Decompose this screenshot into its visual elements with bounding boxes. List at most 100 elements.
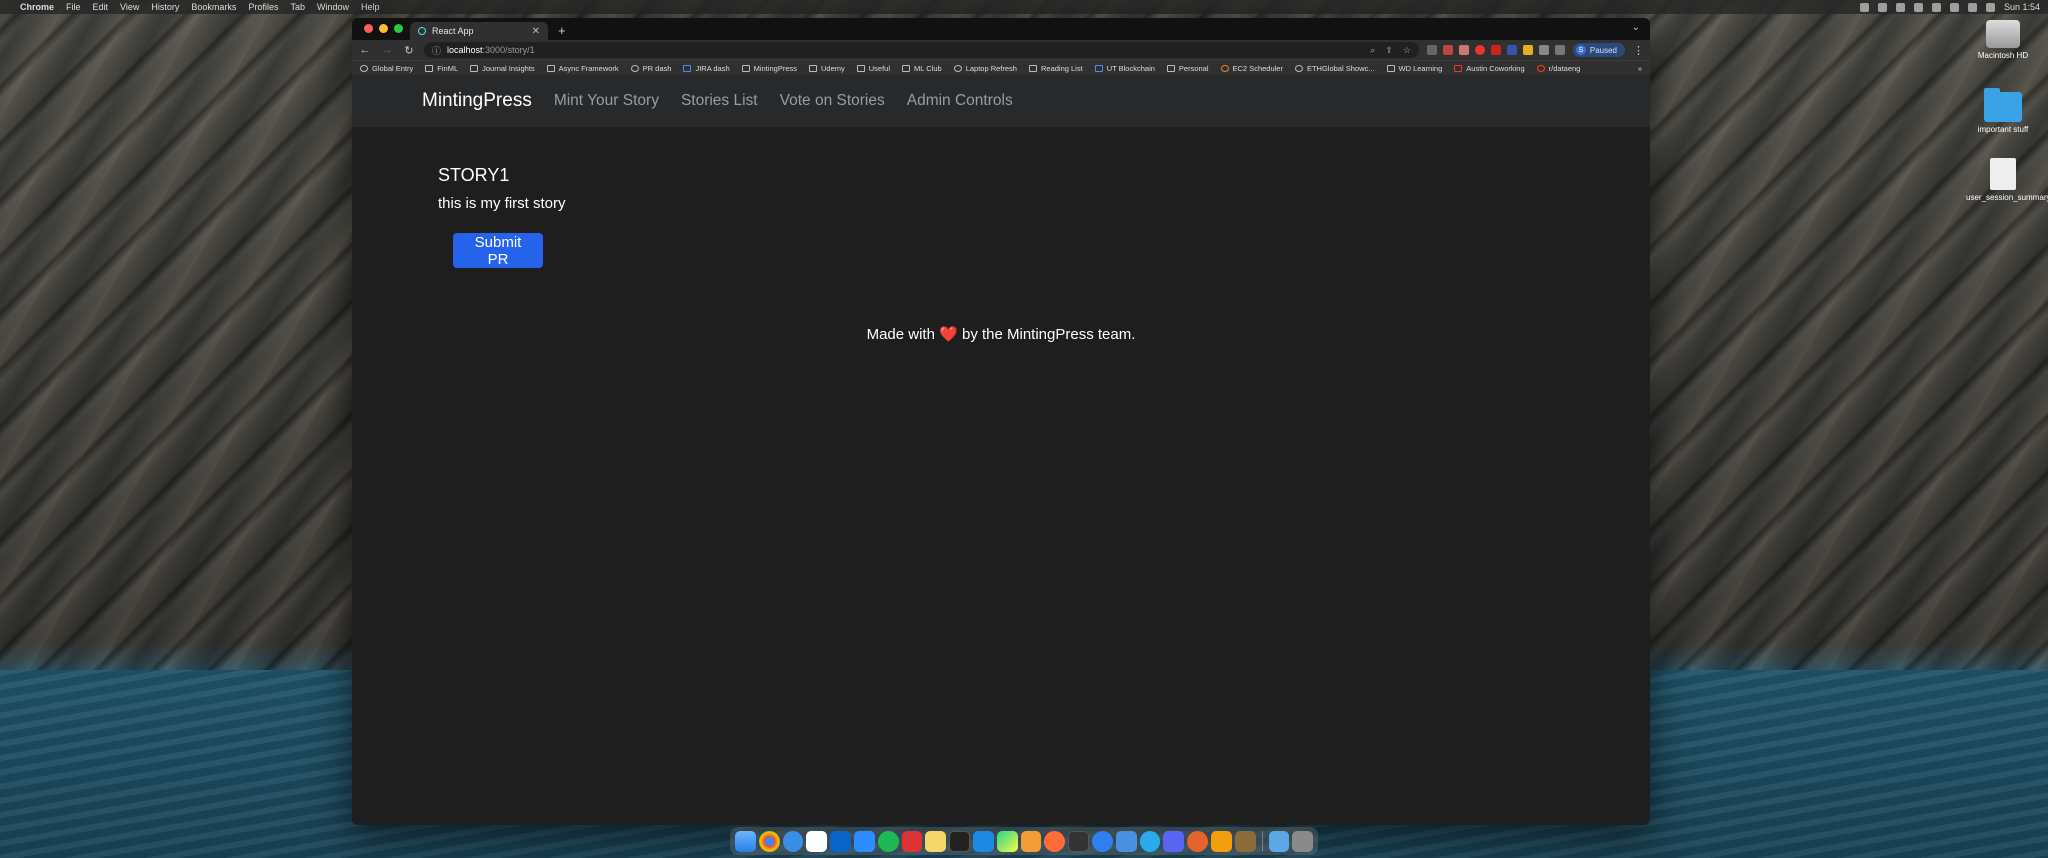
extension-icon[interactable] bbox=[1426, 45, 1437, 55]
telegram-icon[interactable] bbox=[1139, 830, 1161, 852]
browser-tab[interactable]: React App ✕ bbox=[410, 22, 548, 40]
status-icon[interactable] bbox=[1895, 2, 1905, 12]
address-bar[interactable]: ⓘ localhost:3000/story/1 ⌕ ⇪ ☆ bbox=[424, 42, 1419, 58]
finder-icon[interactable] bbox=[735, 830, 756, 852]
cloud-icon[interactable] bbox=[1187, 830, 1208, 852]
bookmark-item[interactable]: Udemy bbox=[809, 64, 845, 73]
trash-icon[interactable] bbox=[1292, 830, 1314, 852]
messenger-icon[interactable] bbox=[1091, 830, 1113, 852]
sublime-icon[interactable] bbox=[1020, 830, 1042, 852]
bookmark-item[interactable]: JIRA dash bbox=[683, 64, 730, 73]
menu-bookmarks[interactable]: Bookmarks bbox=[191, 2, 236, 12]
menu-window[interactable]: Window bbox=[317, 2, 349, 12]
outlook-icon[interactable] bbox=[830, 830, 851, 852]
bookmark-item[interactable]: Austin Coworking bbox=[1454, 64, 1525, 73]
puzzle-icon[interactable] bbox=[1538, 45, 1549, 55]
bookmark-item[interactable]: FinML bbox=[425, 64, 458, 73]
forward-arrow-icon[interactable]: → bbox=[380, 44, 394, 56]
bookmark-item[interactable]: UT Blockchain bbox=[1094, 64, 1155, 73]
status-icon[interactable] bbox=[1877, 2, 1887, 12]
terminal-icon[interactable] bbox=[949, 830, 970, 852]
zoom-icon[interactable] bbox=[853, 830, 875, 852]
status-icon[interactable] bbox=[1859, 2, 1869, 12]
extension-icon[interactable] bbox=[1442, 45, 1453, 55]
chrome-icon[interactable] bbox=[758, 830, 780, 852]
desktop-icon-important-stuff[interactable]: important stuff bbox=[1966, 88, 2040, 134]
extension-icon[interactable] bbox=[1522, 45, 1533, 55]
menu-history[interactable]: History bbox=[151, 2, 179, 12]
menu-edit[interactable]: Edit bbox=[93, 2, 109, 12]
fullscreen-window-button[interactable] bbox=[394, 24, 403, 33]
bookmark-item[interactable]: PR dash bbox=[630, 63, 672, 73]
side-panel-icon[interactable] bbox=[1554, 45, 1565, 55]
tab-search-chevron-icon[interactable]: ⌄ bbox=[1632, 22, 1640, 33]
desktop-icon-file[interactable]: user_session_summary.conf.mako bbox=[1966, 158, 2048, 202]
bookmark-item[interactable]: r/dataeng bbox=[1536, 64, 1580, 73]
wifi-icon[interactable] bbox=[1949, 2, 1959, 12]
share-icon[interactable]: ⇪ bbox=[1385, 45, 1393, 56]
menubar-app-name[interactable]: Chrome bbox=[20, 2, 54, 12]
menu-profiles[interactable]: Profiles bbox=[248, 2, 278, 12]
mail-icon[interactable] bbox=[1115, 830, 1137, 852]
menu-tab[interactable]: Tab bbox=[290, 2, 305, 12]
vscode-icon[interactable] bbox=[972, 830, 994, 852]
menu-help[interactable]: Help bbox=[361, 2, 380, 12]
safari-icon[interactable] bbox=[782, 830, 804, 852]
extension-icon[interactable] bbox=[1490, 45, 1501, 55]
extension-icon[interactable] bbox=[1506, 45, 1517, 55]
bookmark-item[interactable]: EC2 Scheduler bbox=[1220, 64, 1283, 73]
slack-icon[interactable] bbox=[806, 830, 828, 852]
spotify-icon[interactable] bbox=[877, 830, 899, 852]
extension-icon[interactable] bbox=[1474, 45, 1485, 55]
archive-icon[interactable] bbox=[1234, 830, 1256, 852]
menubar-clock[interactable]: Sun 1:54 bbox=[2004, 2, 2040, 12]
bookmark-item[interactable]: Personal bbox=[1166, 64, 1209, 73]
bookmark-item[interactable]: ETHGlobal Showc... bbox=[1294, 64, 1375, 73]
postman-icon[interactable] bbox=[1044, 830, 1066, 852]
menu-file[interactable]: File bbox=[66, 2, 81, 12]
bookmark-item[interactable]: Useful bbox=[856, 64, 890, 73]
submit-pr-button[interactable]: Submit PR bbox=[453, 233, 543, 268]
heart-icon: ❤️ bbox=[939, 325, 958, 343]
nav-mint-your-story[interactable]: Mint Your Story bbox=[554, 92, 659, 110]
back-arrow-icon[interactable]: ← bbox=[358, 44, 372, 56]
bookmark-label: PR dash bbox=[642, 63, 672, 73]
bookmark-item[interactable]: Async Framework bbox=[546, 64, 619, 73]
bookmark-item[interactable]: ML Club bbox=[902, 64, 942, 73]
bookmark-item[interactable]: WD Learning bbox=[1386, 64, 1442, 73]
minimize-window-button[interactable] bbox=[379, 24, 388, 33]
desktop-icon-macintosh-hd[interactable]: Macintosh HD bbox=[1966, 20, 2040, 60]
brand-link[interactable]: MintingPress bbox=[422, 90, 532, 112]
nav-admin-controls[interactable]: Admin Controls bbox=[907, 92, 1013, 110]
bookmark-item[interactable]: Laptop Refresh bbox=[953, 64, 1017, 73]
close-tab-icon[interactable]: ✕ bbox=[532, 26, 540, 37]
bookmark-item[interactable]: Reading List bbox=[1028, 64, 1083, 73]
photo-booth-icon[interactable] bbox=[901, 830, 923, 852]
reload-icon[interactable]: ↻ bbox=[402, 44, 416, 57]
zoom-icon[interactable]: ⌕ bbox=[1370, 45, 1375, 56]
profile-button[interactable]: S Paused bbox=[1572, 43, 1625, 57]
bookmark-star-icon[interactable]: ☆ bbox=[1403, 45, 1411, 56]
pycharm-icon[interactable] bbox=[996, 830, 1018, 852]
status-icon[interactable] bbox=[1913, 2, 1923, 12]
menu-view[interactable]: View bbox=[120, 2, 139, 12]
bookmarks-overflow-icon[interactable]: » bbox=[1638, 64, 1642, 73]
nav-stories-list[interactable]: Stories List bbox=[681, 92, 758, 110]
bookmark-item[interactable]: MintingPress bbox=[741, 64, 797, 73]
bookmark-item[interactable]: Journal Insights bbox=[470, 64, 535, 73]
control-center-icon[interactable] bbox=[1985, 2, 1995, 12]
fireship-icon[interactable] bbox=[1210, 830, 1232, 852]
status-icon[interactable] bbox=[1931, 2, 1941, 12]
discord-icon[interactable] bbox=[1163, 830, 1185, 852]
new-tab-button[interactable]: + bbox=[558, 23, 566, 38]
extension-icon[interactable] bbox=[1458, 45, 1469, 55]
search-icon[interactable] bbox=[1967, 2, 1977, 12]
nav-vote-on-stories[interactable]: Vote on Stories bbox=[780, 92, 885, 110]
notes-icon[interactable] bbox=[925, 830, 947, 852]
terminal-2-icon[interactable] bbox=[1068, 830, 1089, 852]
site-info-icon[interactable]: ⓘ bbox=[432, 44, 441, 57]
folder-icon[interactable] bbox=[1268, 830, 1290, 852]
kebab-menu-icon[interactable]: ⋮ bbox=[1633, 44, 1644, 57]
close-window-button[interactable] bbox=[364, 24, 373, 33]
bookmark-item[interactable]: Global Entry bbox=[360, 64, 413, 73]
